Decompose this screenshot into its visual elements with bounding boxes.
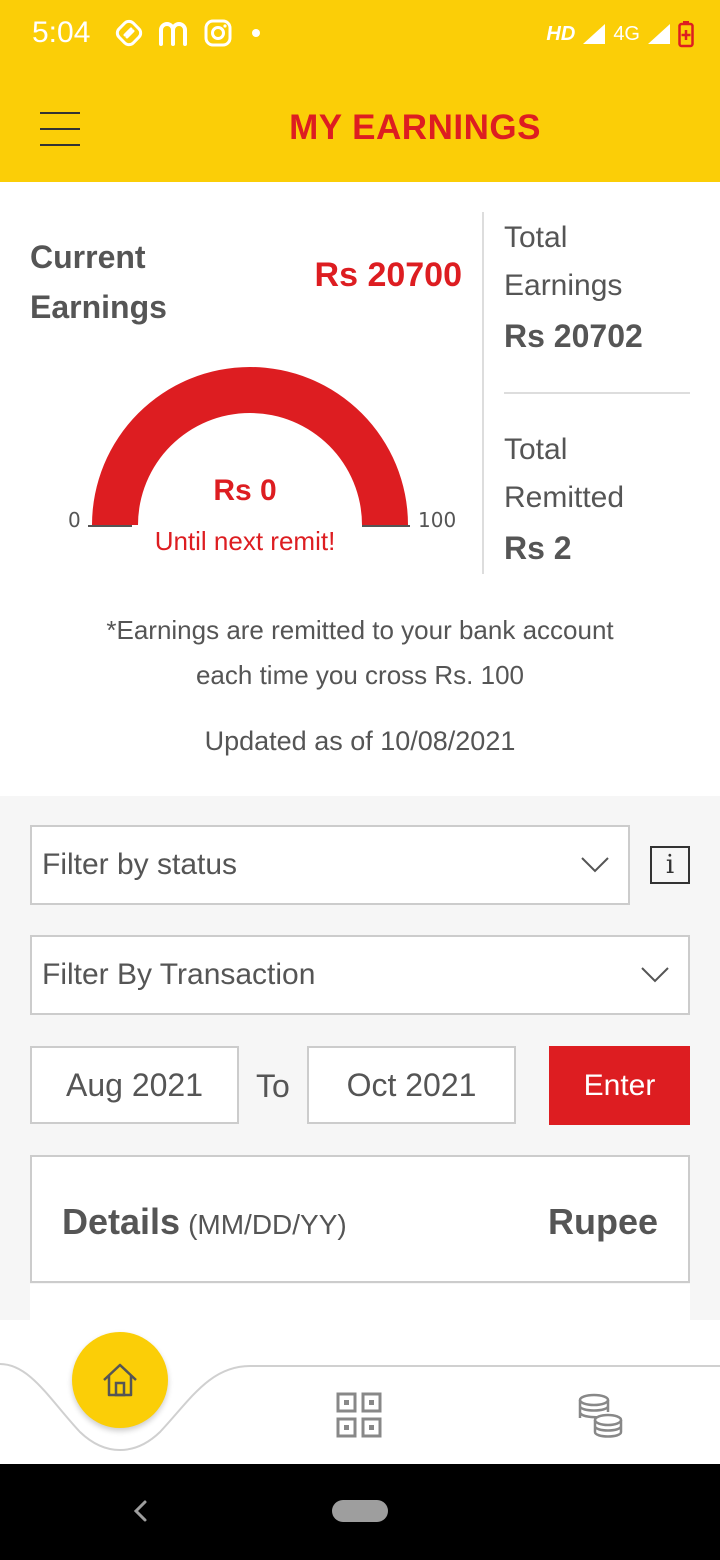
chevron-down-icon bbox=[581, 857, 609, 873]
current-earnings-label: Current Earnings bbox=[30, 239, 167, 325]
page-title: MY EARNINGS bbox=[289, 108, 541, 147]
details-header-card: Details (MM/DD/YY) Rupee bbox=[30, 1155, 690, 1283]
total-remitted-label: Total Remitted bbox=[504, 433, 625, 514]
total-earnings-amount: Rs 20702 bbox=[504, 318, 643, 354]
coins-icon bbox=[578, 1393, 623, 1438]
vertical-divider bbox=[482, 212, 484, 574]
back-icon[interactable] bbox=[126, 1496, 156, 1526]
shazam-icon bbox=[115, 19, 143, 47]
home-button[interactable] bbox=[72, 1332, 168, 1428]
earnings-coins-button[interactable] bbox=[576, 1392, 624, 1440]
battery-icon bbox=[678, 21, 694, 48]
date-to-label: To bbox=[256, 1068, 290, 1104]
gauge-max-label: 100 bbox=[418, 508, 457, 532]
info-icon[interactable]: i bbox=[650, 846, 690, 884]
signal-icon bbox=[583, 24, 606, 44]
details-date-format: (MM/DD/YY) bbox=[188, 1209, 347, 1240]
total-remitted-amount: Rs 2 bbox=[504, 530, 572, 566]
chevron-down-icon bbox=[641, 967, 669, 983]
date-from-picker[interactable]: Aug 2021 bbox=[30, 1046, 239, 1124]
date-to-picker[interactable]: Oct 2021 bbox=[307, 1046, 516, 1124]
details-title: Details (MM/DD/YY) bbox=[62, 1201, 347, 1242]
status-time: 5:04 bbox=[32, 16, 91, 49]
enter-button[interactable]: Enter bbox=[549, 1046, 690, 1125]
system-home-pill[interactable] bbox=[332, 1500, 388, 1522]
signal-icon-2 bbox=[648, 24, 670, 44]
rupee-column-label: Rupee bbox=[547, 1201, 658, 1242]
filter-transaction-select[interactable]: Filter By Transaction bbox=[30, 935, 690, 1015]
transaction-list bbox=[30, 1284, 690, 1320]
gauge-value: Rs 0 bbox=[213, 474, 277, 507]
gauge-min-label: 0 bbox=[68, 508, 81, 532]
current-earnings-amount: Rs 20700 bbox=[314, 256, 462, 294]
gauge-caption: Until next remit! bbox=[154, 526, 336, 556]
hd-indicator: HD bbox=[546, 22, 576, 45]
instagram-icon bbox=[204, 19, 232, 47]
status-icons-right: HD 4G bbox=[546, 20, 694, 48]
m-app-icon bbox=[159, 22, 187, 46]
updated-date: Updated as of 10/08/2021 bbox=[204, 726, 516, 756]
dot-icon bbox=[252, 29, 260, 37]
4g-indicator: 4G bbox=[613, 22, 640, 45]
home-icon bbox=[103, 1363, 137, 1397]
horizontal-divider bbox=[504, 392, 690, 394]
qr-code-icon bbox=[336, 1392, 382, 1438]
qr-scan-button[interactable] bbox=[336, 1392, 382, 1438]
filter-status-select[interactable]: Filter by status bbox=[30, 825, 630, 905]
total-earnings-label: Total Earnings bbox=[504, 221, 623, 302]
status-icons-left bbox=[114, 18, 266, 48]
remit-note: *Earnings are remitted to your bank acco… bbox=[106, 615, 614, 690]
